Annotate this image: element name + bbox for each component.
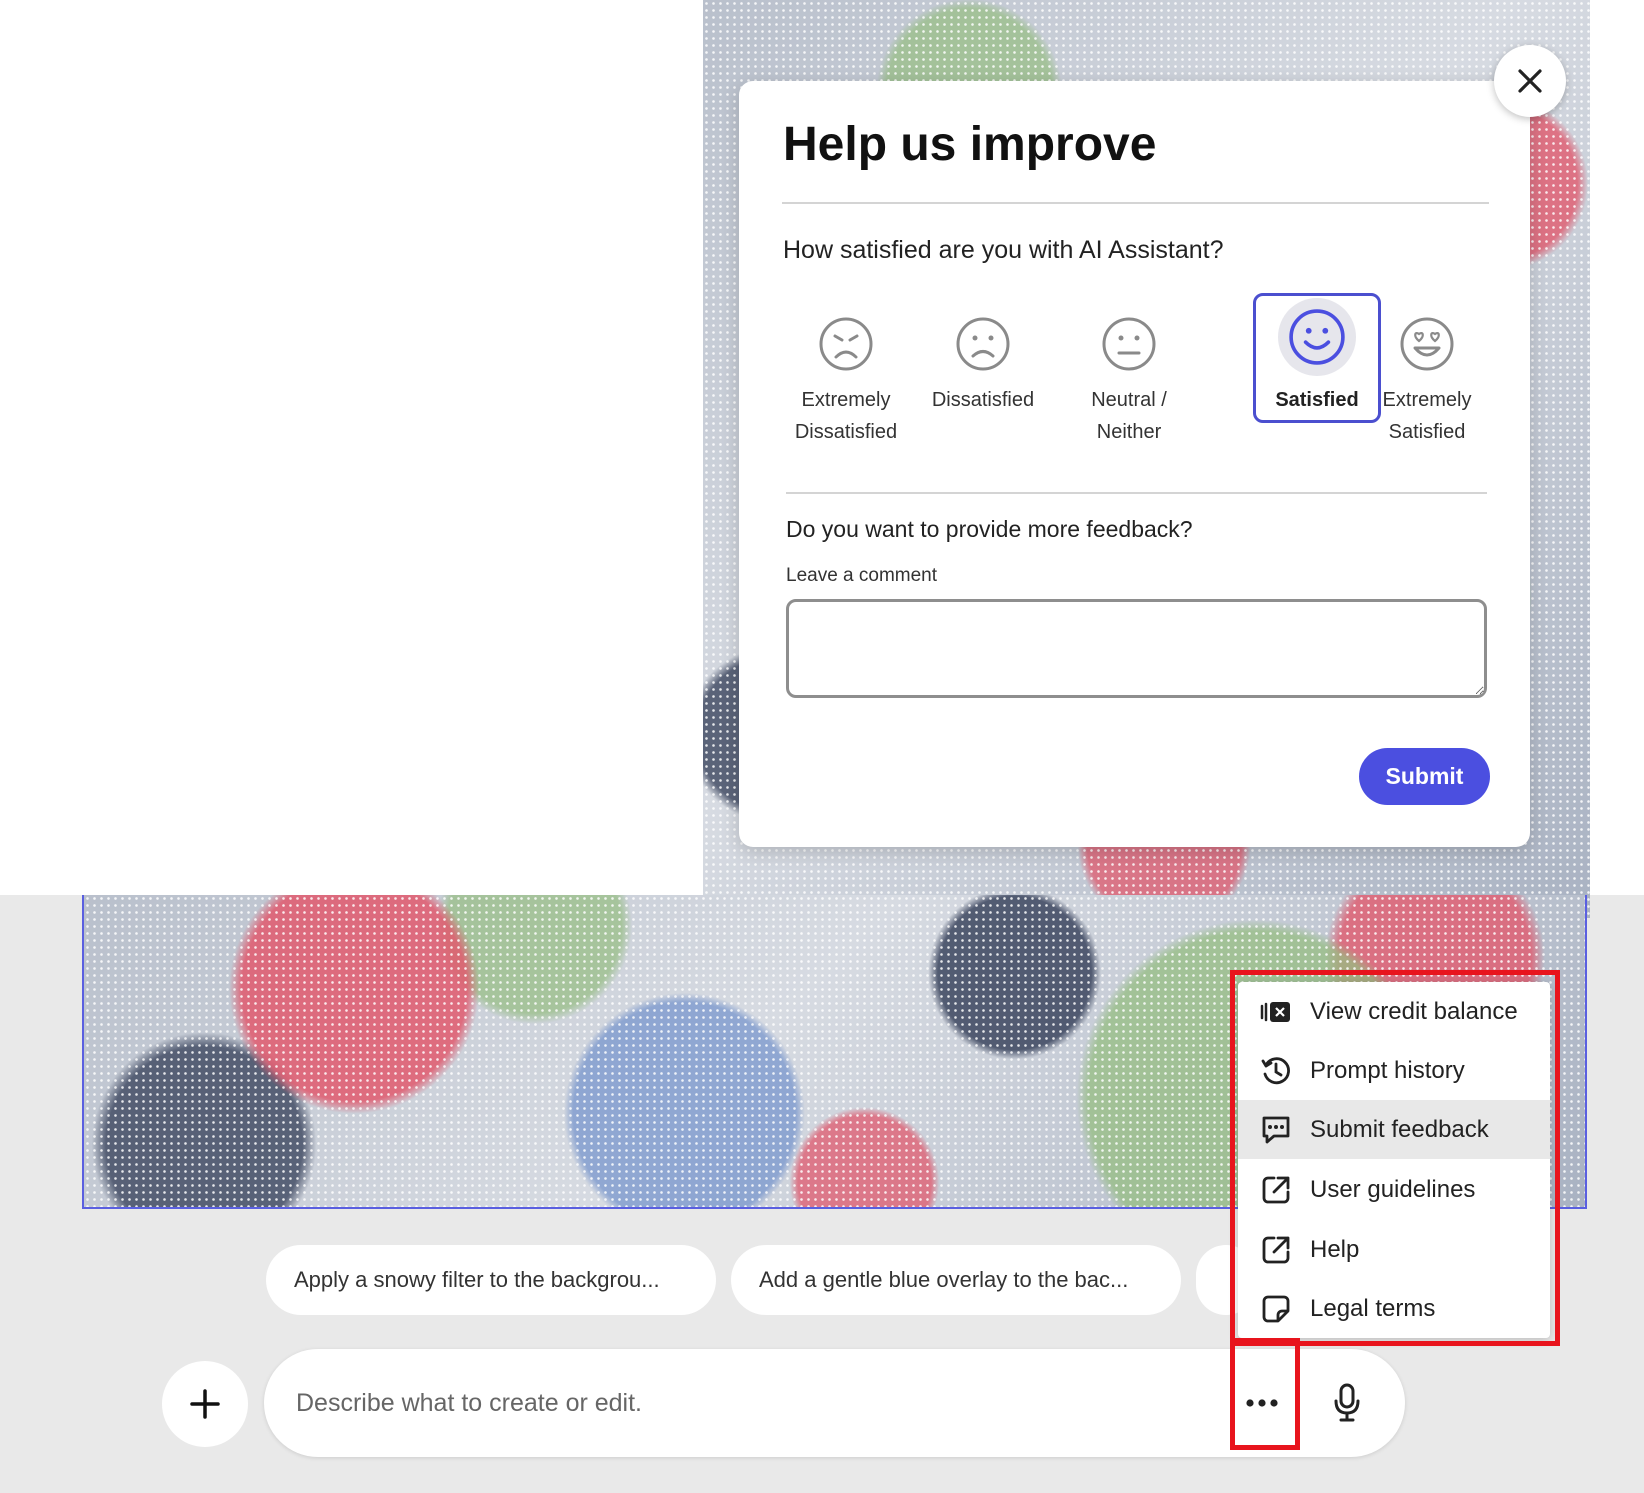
- rating-label: Neutral / Neither: [1091, 389, 1167, 443]
- menu-item-label: Prompt history: [1310, 1056, 1465, 1084]
- suggestion-chip[interactable]: Add a gentle blue overlay to the bac...: [731, 1245, 1181, 1315]
- add-button[interactable]: [162, 1361, 248, 1447]
- document-icon: [1260, 1293, 1292, 1325]
- submit-button[interactable]: Submit: [1359, 748, 1490, 805]
- external-link-icon: [1260, 1174, 1292, 1206]
- extremely-dissatisfied-face-icon: [819, 317, 873, 371]
- menu-item-legal-terms[interactable]: Legal terms: [1238, 1279, 1550, 1338]
- more-dots-icon: [1246, 1399, 1278, 1407]
- suggestion-chip[interactable]: Apply a snowy filter to the backgrou...: [266, 1245, 716, 1315]
- feedback-dialog: Help us improve How satisfied are you wi…: [739, 81, 1530, 847]
- menu-item-label: Help: [1310, 1235, 1360, 1263]
- feedback-icon: [1260, 1114, 1292, 1146]
- menu-item-help[interactable]: Help: [1238, 1220, 1550, 1279]
- rating-dissatisfied[interactable]: Dissatisfied: [920, 302, 1046, 432]
- close-dialog-button[interactable]: [1494, 45, 1566, 117]
- rating-label: Extremely Satisfied: [1382, 389, 1472, 443]
- credit-balance-icon: [1260, 996, 1292, 1028]
- menu-item-view-credit-balance[interactable]: View credit balance: [1238, 982, 1550, 1041]
- microphone-icon: [1334, 1383, 1360, 1422]
- menu-item-user-guidelines[interactable]: User guidelines: [1238, 1160, 1550, 1219]
- comment-textarea[interactable]: [786, 599, 1487, 698]
- comment-label: Leave a comment: [786, 565, 938, 586]
- plus-icon: [190, 1389, 220, 1419]
- rating-group: Extremely Dissatisfied Dissatisfied Neutr…: [783, 293, 1490, 472]
- rating-satisfied[interactable]: Satisfied: [1253, 293, 1381, 423]
- menu-item-submit-feedback[interactable]: Submit feedback: [1238, 1100, 1550, 1159]
- rating-neutral[interactable]: Neutral / Neither: [1066, 302, 1192, 443]
- menu-item-prompt-history[interactable]: Prompt history: [1238, 1041, 1550, 1100]
- ratings-divider: [786, 492, 1487, 494]
- dissatisfied-face-icon: [956, 317, 1010, 371]
- more-feedback-question: Do you want to provide more feedback?: [786, 516, 1193, 542]
- satisfied-face-icon: [1289, 309, 1345, 365]
- rating-extremely-satisfied[interactable]: Extremely Satisfied: [1364, 302, 1490, 443]
- satisfaction-question: How satisfied are you with AI Assistant?: [783, 236, 1224, 264]
- more-options-button[interactable]: [1232, 1373, 1292, 1433]
- menu-item-label: User guidelines: [1310, 1175, 1476, 1203]
- title-divider: [782, 202, 1489, 204]
- options-menu: View credit balance Prompt history Submi…: [1238, 982, 1550, 1338]
- rating-label: Dissatisfied: [931, 389, 1035, 411]
- prompt-input[interactable]: [294, 1377, 1178, 1429]
- neutral-face-icon: [1102, 317, 1156, 371]
- selected-face-highlight: [1278, 298, 1356, 376]
- prompt-bar: [264, 1349, 1405, 1457]
- microphone-button[interactable]: [1315, 1371, 1379, 1435]
- rating-label: Extremely Dissatisfied: [794, 389, 898, 443]
- history-icon: [1260, 1055, 1292, 1087]
- menu-item-label: View credit balance: [1310, 997, 1518, 1025]
- dialog-title: Help us improve: [783, 118, 1157, 171]
- extremely-satisfied-face-icon: [1400, 317, 1454, 371]
- menu-item-label: Legal terms: [1310, 1294, 1436, 1322]
- rating-label: Satisfied: [1275, 389, 1359, 411]
- external-link-icon: [1260, 1234, 1292, 1266]
- close-icon: [1518, 69, 1542, 93]
- menu-item-label: Submit feedback: [1310, 1115, 1489, 1143]
- rating-extremely-dissatisfied[interactable]: Extremely Dissatisfied: [783, 302, 909, 443]
